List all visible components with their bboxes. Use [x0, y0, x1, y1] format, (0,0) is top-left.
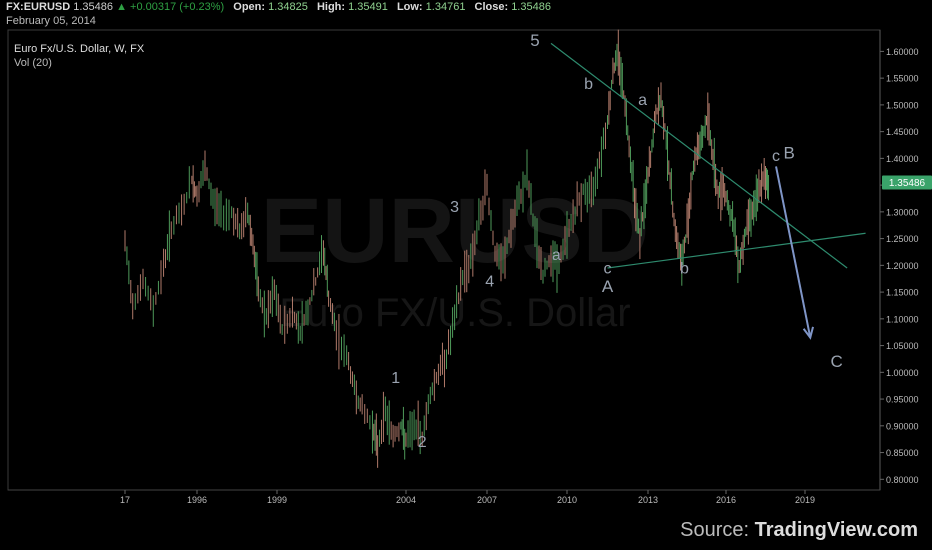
wave-label: B [784, 143, 795, 162]
y-tick-label: 1.50000 [886, 100, 919, 110]
wave-label: A [602, 277, 614, 296]
last-price-tag: 1.35486 [882, 175, 932, 190]
source-credit: Source: TradingView.com [680, 519, 918, 542]
price-axis[interactable]: 0.80000 0.85000 0.90000 0.95000 1.00000 1.050… [880, 47, 919, 485]
y-tick-label: 0.95000 [886, 395, 919, 405]
wave-label: c [772, 148, 780, 165]
wave-label: a [638, 92, 647, 109]
y-tick-label: 1.10000 [886, 314, 919, 324]
x-tick-label: 2010 [557, 495, 577, 505]
y-tick-label: 1.20000 [886, 261, 919, 271]
time-axis[interactable]: 17 1996 1999 2004 2007 2010 2013 2016 2019 [8, 489, 880, 505]
y-tick-label: 1.55000 [886, 74, 919, 84]
x-tick-label: 1996 [187, 495, 207, 505]
wave-label: b [680, 260, 689, 277]
volume-indicator-label[interactable]: Vol (20) [14, 57, 52, 69]
x-tick-label: 2019 [795, 495, 815, 505]
wave-label: C [830, 352, 842, 371]
price-chart[interactable]: EURUSD Euro FX/U.S. Dollar Euro Fx/U.S. … [0, 0, 932, 550]
y-tick-label: 0.90000 [886, 421, 919, 431]
y-tick-label: 1.40000 [886, 154, 919, 164]
wave-label: 4 [485, 274, 494, 291]
wave-label: b [584, 76, 593, 93]
x-tick-label: 2007 [477, 495, 497, 505]
y-tick-label: 1.00000 [886, 368, 919, 378]
y-tick-label: 0.80000 [886, 475, 919, 485]
y-tick-label: 1.25000 [886, 234, 919, 244]
tradingview-brand: TradingView.com [754, 519, 918, 541]
source-prefix: Source: [680, 519, 755, 541]
y-tick-label: 1.15000 [886, 288, 919, 298]
x-tick-label: 2013 [638, 495, 658, 505]
wave-label: a [552, 247, 561, 264]
last-price-tag-text: 1.35486 [889, 178, 926, 189]
y-tick-label: 0.85000 [886, 448, 919, 458]
wave-label: 5 [530, 31, 539, 50]
y-tick-label: 1.45000 [886, 127, 919, 137]
x-tick-label: 2004 [396, 495, 416, 505]
projection-arrow [775, 166, 812, 338]
wave-label: 3 [450, 199, 459, 216]
y-tick-label: 1.30000 [886, 207, 919, 217]
y-tick-label: 1.60000 [886, 47, 919, 57]
x-tick-label: 2016 [716, 495, 736, 505]
chart-legend-title: Euro Fx/U.S. Dollar, W, FX [14, 43, 145, 55]
y-tick-label: 1.05000 [886, 341, 919, 351]
wave-label: 2 [418, 434, 427, 451]
x-tick-label: 1999 [267, 495, 287, 505]
x-tick-label: 17 [120, 495, 130, 505]
wave-label: 1 [391, 370, 400, 387]
wave-label: c [604, 260, 612, 277]
